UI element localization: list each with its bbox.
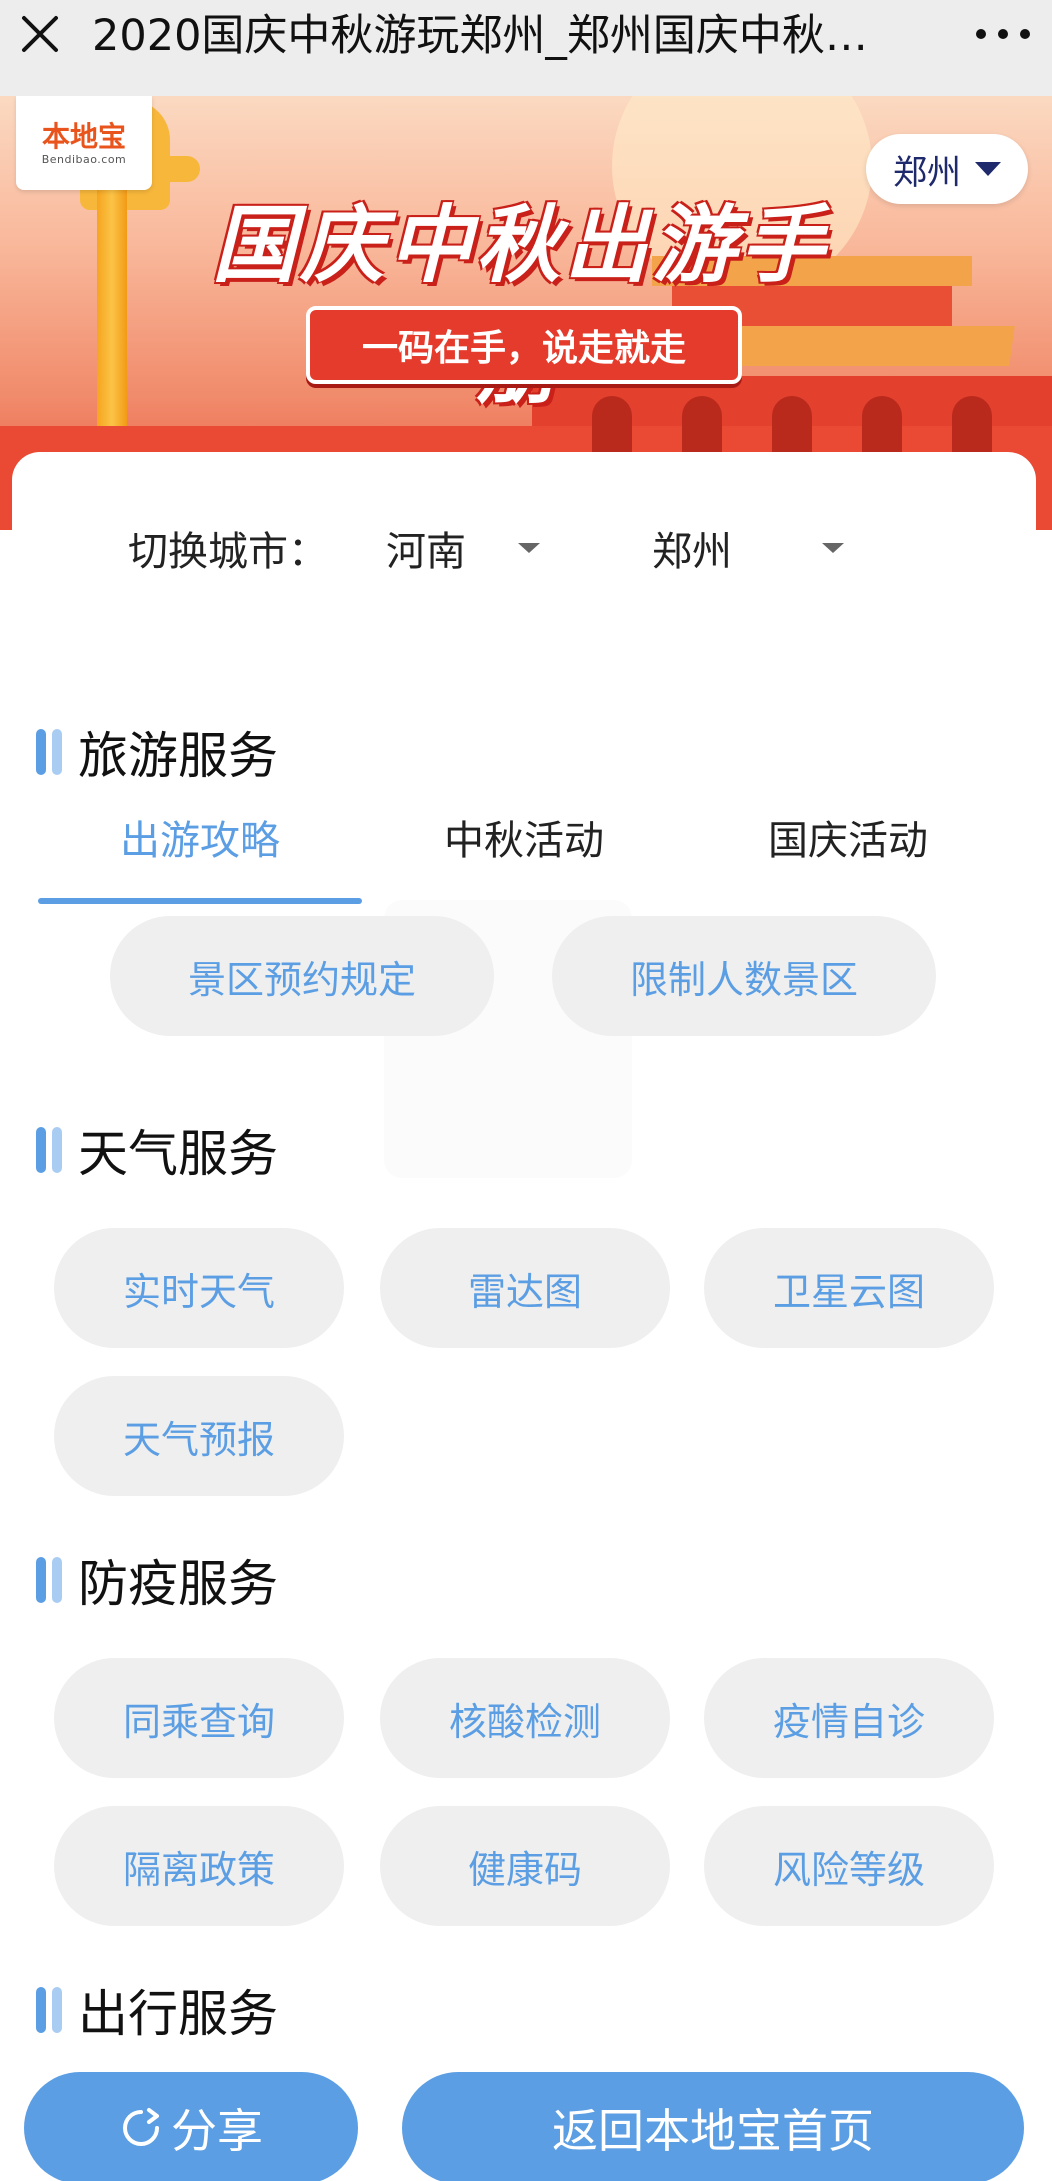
tab-mid-autumn[interactable]: 中秋活动 — [362, 808, 686, 864]
weather-forecast-button[interactable]: 天气预报 — [54, 1376, 344, 1496]
share-icon — [123, 2108, 159, 2146]
banner-slogan: 一码在手，说走就走 — [306, 306, 742, 384]
quarantine-policy-button[interactable]: 隔离政策 — [54, 1806, 344, 1926]
section-title-text: 防疫服务 — [78, 1555, 278, 1613]
chevron-down-icon — [822, 543, 844, 553]
city-select[interactable]: 郑州 — [652, 520, 862, 576]
active-tab-indicator — [38, 898, 362, 904]
logo-sub-text: Bendibao.com — [41, 152, 127, 166]
section-title-travel: 旅游服务 — [36, 720, 278, 785]
tab-travel-guide[interactable]: 出游攻略 — [38, 808, 362, 864]
section-title-weather: 天气服务 — [36, 1118, 278, 1183]
bendibao-logo[interactable]: 本地宝 Bendibao.com — [16, 96, 152, 190]
page-title: 2020国庆中秋游玩郑州_郑州国庆中秋… — [92, 11, 868, 61]
nucleic-test-button[interactable]: 核酸检测 — [380, 1658, 670, 1778]
banner-city-label: 郑州 — [893, 152, 961, 193]
top-nav-bar: 2020国庆中秋游玩郑州_郑州国庆中秋… — [0, 0, 1052, 96]
banner-city-selector[interactable]: 郑州 — [866, 134, 1028, 204]
city-switch-row: 切换城市： — [128, 520, 328, 576]
section-bars-icon — [36, 1557, 62, 1603]
close-icon[interactable] — [14, 8, 66, 60]
province-value: 河南 — [386, 529, 466, 575]
share-button[interactable]: 分享 — [24, 2072, 358, 2181]
scenic-reservation-button[interactable]: 景区预约规定 — [110, 916, 494, 1036]
same-ride-query-button[interactable]: 同乘查询 — [54, 1658, 344, 1778]
home-button[interactable]: 返回本地宝首页 — [402, 2072, 1024, 2181]
risk-level-button[interactable]: 风险等级 — [704, 1806, 994, 1926]
chevron-down-icon — [518, 543, 540, 553]
section-bars-icon — [36, 1987, 62, 2033]
chevron-down-icon — [975, 162, 1001, 176]
section-title-transport: 出行服务 — [36, 1978, 278, 2043]
section-bars-icon — [36, 1127, 62, 1173]
section-title-text: 旅游服务 — [78, 727, 278, 785]
realtime-weather-button[interactable]: 实时天气 — [54, 1228, 344, 1348]
more-icon[interactable] — [968, 6, 1038, 62]
section-title-epidemic: 防疫服务 — [36, 1548, 278, 1613]
satellite-cloud-button[interactable]: 卫星云图 — [704, 1228, 994, 1348]
logo-main-text: 本地宝 — [41, 119, 126, 153]
self-diagnosis-button[interactable]: 疫情自诊 — [704, 1658, 994, 1778]
health-code-button[interactable]: 健康码 — [380, 1806, 670, 1926]
radar-map-button[interactable]: 雷达图 — [380, 1228, 670, 1348]
section-title-text: 出行服务 — [78, 1985, 278, 2043]
limited-scenic-button[interactable]: 限制人数景区 — [552, 916, 936, 1036]
province-select[interactable]: 河南 — [386, 520, 556, 576]
section-title-text: 天气服务 — [78, 1125, 278, 1183]
city-switch-label: 切换城市： — [128, 529, 328, 575]
share-label: 分享 — [171, 2104, 263, 2158]
section-bars-icon — [36, 729, 62, 775]
city-value: 郑州 — [652, 529, 732, 575]
tab-national-day[interactable]: 国庆活动 — [686, 808, 1010, 864]
